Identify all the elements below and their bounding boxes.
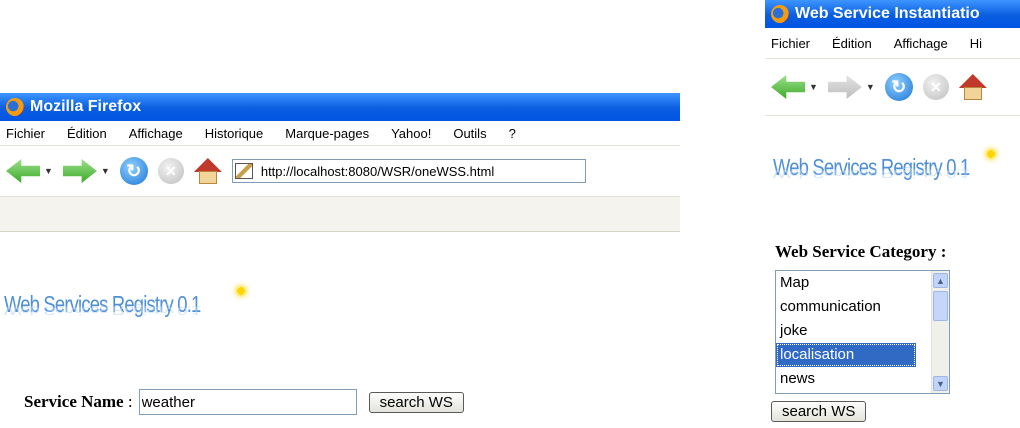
firefox-window-right: Web Service Instantiatio Fichier Édition… <box>765 0 1020 428</box>
menu-fichier[interactable]: Fichier <box>771 36 810 51</box>
stop-icon: ✕ <box>922 74 949 100</box>
menu-bar: Fichier Édition Affichage Hi <box>765 28 1020 59</box>
url-bar[interactable]: http://localhost:8080/WSR/oneWSS.html <box>231 159 586 183</box>
stop-button[interactable]: ✕ <box>157 158 184 184</box>
dropdown-icon[interactable]: ▼ <box>101 166 110 176</box>
window-title: Web Service Instantiatio <box>795 5 980 22</box>
menu-historique[interactable]: Hi <box>970 36 982 51</box>
forward-button[interactable]: ▼ <box>62 159 110 183</box>
firefox-logo-icon <box>6 98 24 116</box>
menu-historique[interactable]: Historique <box>205 126 264 141</box>
registry-logo: Web Services Registry 0.1 Web Services R… <box>773 148 1020 194</box>
navigation-toolbar: ▼ ▼ ↻ ✕ <box>765 59 1020 116</box>
back-button[interactable]: ▼ <box>6 159 53 183</box>
list-item[interactable]: news <box>776 367 926 391</box>
window-title: Mozilla Firefox <box>30 98 142 115</box>
forward-arrow-icon <box>827 75 862 99</box>
title-bar: Web Service Instantiatio <box>765 0 1020 28</box>
menu-outils[interactable]: Outils <box>453 126 486 141</box>
stop-button[interactable]: ✕ <box>922 74 949 100</box>
reload-icon: ↻ <box>884 73 913 101</box>
service-form: Service Name : search WS <box>24 389 464 415</box>
back-arrow-icon <box>771 75 805 99</box>
menu-help[interactable]: ? <box>509 126 516 141</box>
sun-icon <box>985 148 997 160</box>
reload-icon: ↻ <box>119 157 148 185</box>
navigation-toolbar: ▼ ▼ ↻ ✕ http://localhost:8080/WSR/oneWSS… <box>0 146 680 197</box>
label-separator: : <box>127 392 133 411</box>
scroll-up-icon[interactable]: ▲ <box>933 273 948 288</box>
menu-edition[interactable]: Édition <box>67 126 107 141</box>
listbox-scrollbar[interactable]: ▲ ▼ <box>931 271 949 393</box>
list-item[interactable]: Map <box>776 271 926 295</box>
list-item-selected[interactable]: localisation <box>776 343 916 367</box>
menu-affichage[interactable]: Affichage <box>129 126 183 141</box>
dropdown-icon[interactable]: ▼ <box>809 82 818 92</box>
list-item[interactable]: communication <box>776 295 926 319</box>
firefox-logo-icon <box>771 5 789 23</box>
menu-bar: Fichier Édition Affichage Historique Mar… <box>0 121 680 146</box>
menu-marque-pages[interactable]: Marque-pages <box>285 126 369 141</box>
category-label: Web Service Category : <box>775 242 947 261</box>
list-item[interactable]: joke <box>776 319 926 343</box>
menu-yahoo[interactable]: Yahoo! <box>391 126 431 141</box>
search-ws-button[interactable]: search WS <box>368 391 464 413</box>
reload-button[interactable]: ↻ <box>119 157 148 185</box>
home-icon <box>193 158 222 184</box>
registry-logo: Web Services Registry 0.1 Web Services R… <box>4 285 254 331</box>
search-ws-button[interactable]: search WS <box>771 401 867 422</box>
menu-fichier[interactable]: Fichier <box>6 126 45 141</box>
menu-affichage[interactable]: Affichage <box>894 36 948 51</box>
reload-button[interactable]: ↻ <box>884 73 913 101</box>
stop-icon: ✕ <box>157 158 184 184</box>
title-bar: Mozilla Firefox <box>0 93 680 121</box>
dropdown-icon[interactable]: ▼ <box>44 166 53 176</box>
service-name-input[interactable] <box>138 389 357 415</box>
service-name-label: Service Name <box>24 392 124 411</box>
sun-icon <box>235 285 247 297</box>
dropdown-icon[interactable]: ▼ <box>866 82 875 92</box>
menu-edition[interactable]: Édition <box>832 36 872 51</box>
forward-arrow-icon <box>62 159 97 183</box>
scroll-thumb[interactable] <box>933 291 948 321</box>
back-arrow-icon <box>6 159 40 183</box>
site-favicon-icon <box>234 163 253 179</box>
home-icon <box>958 74 987 100</box>
scroll-down-icon[interactable]: ▼ <box>933 376 948 391</box>
url-text: http://localhost:8080/WSR/oneWSS.html <box>260 163 495 179</box>
firefox-window-left: Mozilla Firefox Fichier Édition Affichag… <box>0 93 680 428</box>
home-button[interactable] <box>958 74 987 100</box>
home-button[interactable] <box>193 158 222 184</box>
back-button[interactable]: ▼ <box>771 75 818 99</box>
forward-button[interactable]: ▼ <box>827 75 875 99</box>
bookmarks-toolbar <box>0 197 680 232</box>
category-listbox[interactable]: Map communication joke localisation news… <box>775 270 950 394</box>
